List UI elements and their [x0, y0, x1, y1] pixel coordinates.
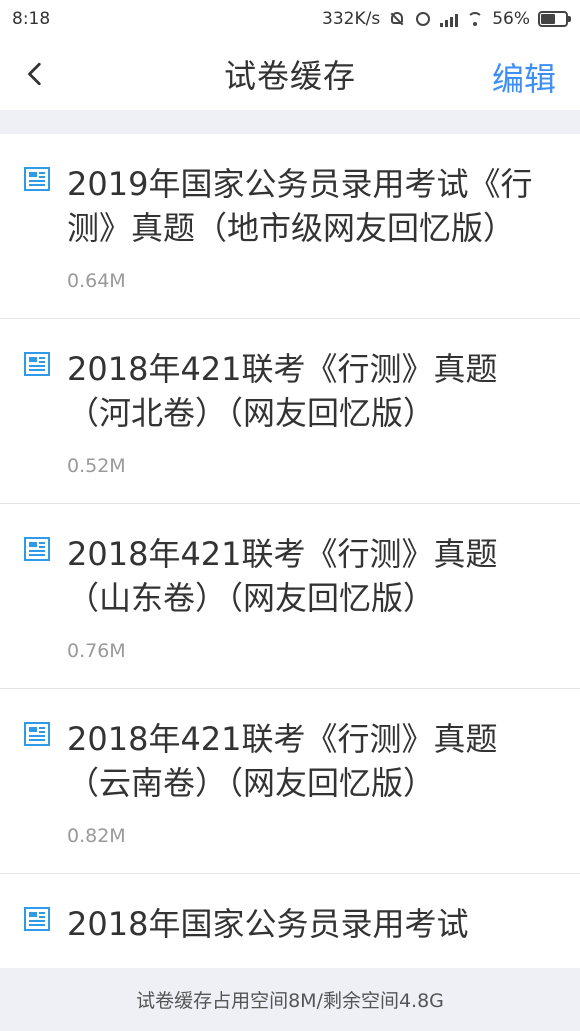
navigation-bar: 试卷缓存 编辑 [0, 38, 580, 110]
alarm-icon [414, 10, 432, 28]
mute-bell-icon [388, 10, 406, 28]
storage-usage-text: 试卷缓存占用空间8M/剩余空间4.8G [136, 990, 444, 1012]
edit-button[interactable]: 编辑 [492, 54, 556, 100]
back-button[interactable] [18, 56, 54, 92]
battery-percent: 56% [492, 9, 530, 29]
document-icon [24, 722, 50, 746]
paper-title: 2018年421联考《行测》真题（云南卷）（网友回忆版） [67, 720, 498, 802]
status-bar: 8:18 332K/s 56% [0, 0, 580, 38]
document-icon [24, 167, 50, 191]
signal-icon [440, 11, 459, 27]
document-icon [24, 537, 50, 561]
list-item[interactable]: 2018年421联考《行测》真题（云南卷）（网友回忆版） 0.82M [0, 689, 580, 874]
file-size: 0.76M [67, 640, 126, 662]
battery-charging-icon [538, 11, 571, 27]
file-size: 0.82M [67, 825, 126, 847]
page-title: 试卷缓存 [223, 57, 356, 95]
document-icon [24, 352, 50, 376]
file-size: 0.64M [67, 270, 126, 292]
list-item[interactable]: 2018年国家公务员录用考试 [0, 874, 580, 968]
network-speed: 332K/s [322, 9, 381, 29]
paper-title: 2018年国家公务员录用考试 [67, 905, 469, 943]
section-divider [0, 110, 580, 134]
chevron-left-icon [28, 62, 41, 86]
status-time: 8:18 [12, 9, 51, 29]
status-icons: 332K/s 56% [322, 9, 580, 29]
document-icon [24, 907, 50, 931]
storage-footer: 试卷缓存占用空间8M/剩余空间4.8G [0, 968, 580, 1031]
paper-title: 2018年421联考《行测》真题（山东卷）（网友回忆版） [67, 535, 498, 617]
list-item[interactable]: 2018年421联考《行测》真题（河北卷）（网友回忆版） 0.52M [0, 319, 580, 504]
file-size: 0.52M [67, 455, 126, 477]
paper-title: 2019年国家公务员录用考试《行测》真题（地市级网友回忆版） [67, 165, 533, 247]
wifi-icon [466, 10, 484, 28]
list-item[interactable]: 2018年421联考《行测》真题（山东卷）（网友回忆版） 0.76M [0, 504, 580, 689]
cached-papers-list[interactable]: 2019年国家公务员录用考试《行测》真题（地市级网友回忆版） 0.64M 201… [0, 134, 580, 968]
list-item[interactable]: 2019年国家公务员录用考试《行测》真题（地市级网友回忆版） 0.64M [0, 134, 580, 319]
paper-title: 2018年421联考《行测》真题（河北卷）（网友回忆版） [67, 350, 498, 432]
